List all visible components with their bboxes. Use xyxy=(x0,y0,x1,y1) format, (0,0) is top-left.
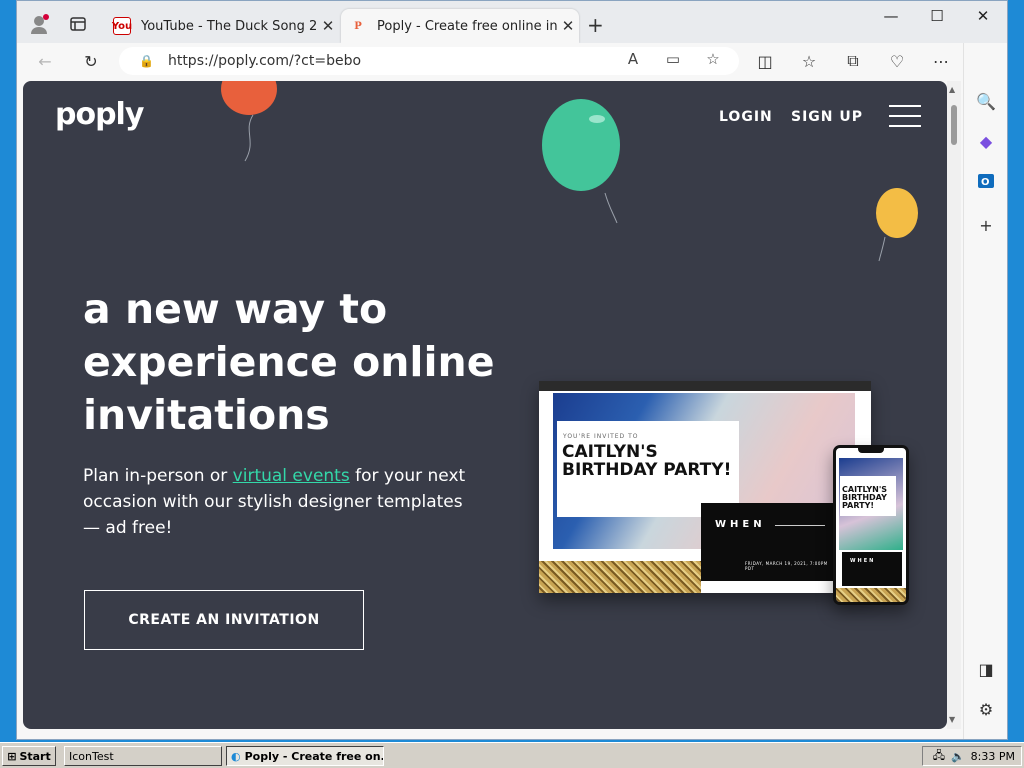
start-button[interactable]: ⊞ Start xyxy=(2,746,56,766)
immersive-reader-icon[interactable]: ▭ xyxy=(661,50,685,72)
invite-name: CAITLYN'S BIRTHDAY PARTY! xyxy=(562,442,732,480)
windows-taskbar: ⊞ Start IconTest ◐ Poply - Create free on.… xyxy=(0,742,1024,768)
task-label: Poply - Create free on... xyxy=(244,749,384,763)
favorite-star-icon[interactable]: ☆ xyxy=(701,50,725,72)
desktop-invitation-preview: YOU'RE INVITED TO CAITLYN'S BIRTHDAY PAR… xyxy=(539,381,871,593)
clock[interactable]: 8:33 PM xyxy=(971,750,1015,763)
collections-icon[interactable]: ⧉ xyxy=(839,48,867,74)
network-icon[interactable]: 🖧 xyxy=(933,747,945,766)
back-arrow-icon[interactable]: ← xyxy=(31,48,59,74)
orange-balloon-icon xyxy=(221,81,277,162)
hero-headline: a new way to experience online invitatio… xyxy=(83,285,495,439)
close-icon[interactable]: ✕ xyxy=(317,17,339,35)
window-close-icon[interactable]: ✕ xyxy=(961,7,1005,31)
profile-icon[interactable] xyxy=(27,11,53,37)
login-link[interactable]: LOGIN xyxy=(719,109,773,125)
invitation-when-panel: WHEN FRIDAY, MARCH 19, 2021, 7:00PM PDT xyxy=(701,503,833,581)
phone-invite-name: CAITLYN'S BIRTHDAY PARTY! xyxy=(840,476,896,516)
address-bar[interactable]: 🔒 https://poply.com/?ct=bebo A ▭ ☆ xyxy=(119,47,739,75)
minimize-icon[interactable]: — xyxy=(869,7,913,31)
vertical-scrollbar[interactable]: ▲ ▼ xyxy=(947,81,961,729)
edge-icon: ◐ xyxy=(231,749,241,763)
tab-strip: You YouTube - The Duck Song 2 ✕ P Poply … xyxy=(17,1,1007,43)
subtext-part: Plan in-person or xyxy=(83,466,233,486)
poply-icon: P xyxy=(354,20,362,32)
read-aloud-icon[interactable]: A xyxy=(621,50,645,72)
new-tab-icon[interactable]: + xyxy=(587,13,604,37)
copilot-sidebar-icon[interactable]: ◆ xyxy=(974,129,998,153)
browser-window: You YouTube - The Duck Song 2 ✕ P Poply … xyxy=(16,0,1008,740)
settings-gear-icon[interactable]: ⚙ xyxy=(974,697,998,721)
taskbar-item-icontest[interactable]: IconTest xyxy=(64,746,222,766)
windows-logo-icon: ⊞ xyxy=(7,749,17,763)
favorites-icon[interactable]: ☆ xyxy=(795,48,823,74)
green-balloon-icon xyxy=(542,99,620,224)
tab-youtube[interactable]: You YouTube - The Duck Song 2 ✕ xyxy=(105,9,339,43)
tab-title: YouTube - The Duck Song 2 xyxy=(141,18,317,34)
close-icon[interactable]: ✕ xyxy=(557,17,579,35)
phone-invitation-preview: CAITLYN'S BIRTHDAY PARTY! WHEN xyxy=(833,445,909,605)
invite-pre-text: YOU'RE INVITED TO xyxy=(563,433,639,440)
split-screen-icon[interactable]: ◫ xyxy=(751,48,779,74)
phone-when-label: WHEN xyxy=(842,552,902,586)
refresh-icon[interactable]: ↻ xyxy=(77,48,105,74)
hamburger-menu-icon[interactable] xyxy=(889,105,921,127)
sidebar-toggle-icon[interactable]: ◨ xyxy=(974,657,998,681)
signup-link[interactable]: SIGN UP xyxy=(791,109,863,125)
outlook-icon[interactable]: O xyxy=(974,169,998,193)
create-invitation-button[interactable]: CREATE AN INVITATION xyxy=(84,590,364,650)
event-date: FRIDAY, MARCH 19, 2021, 7:00PM PDT xyxy=(745,561,828,571)
edge-sidebar: 🔍 ◆ O + ◨ ⚙ xyxy=(963,43,1007,739)
taskbar-item-poply[interactable]: ◐ Poply - Create free on... xyxy=(226,746,384,766)
virtual-events-link[interactable]: virtual events xyxy=(233,466,350,486)
svg-text:O: O xyxy=(981,177,990,188)
system-tray: 🖧 🔈 8:33 PM xyxy=(922,746,1022,766)
more-options-icon[interactable]: ⋯ xyxy=(927,48,955,74)
url-text[interactable]: https://poply.com/?ct=bebo xyxy=(168,53,361,69)
yellow-balloon-icon xyxy=(876,188,918,262)
start-label: Start xyxy=(19,749,51,763)
lock-icon: 🔒 xyxy=(139,54,154,68)
maximize-icon[interactable]: ☐ xyxy=(915,7,959,31)
tab-actions-icon[interactable] xyxy=(65,11,91,37)
tab-poply[interactable]: P Poply - Create free online invitat ✕ xyxy=(341,9,579,43)
scrollbar-thumb[interactable] xyxy=(951,105,957,145)
tab-title: Poply - Create free online invitat xyxy=(377,18,557,34)
when-label: WHEN xyxy=(715,519,766,530)
add-sidebar-icon[interactable]: + xyxy=(974,213,998,237)
youtube-icon: You xyxy=(112,17,132,35)
webpage: poply LOGIN SIGN UP a new way to experie… xyxy=(23,81,947,729)
volume-icon[interactable]: 🔈 xyxy=(951,750,965,763)
search-icon[interactable]: 🔍 xyxy=(974,89,998,113)
poply-logo[interactable]: poply xyxy=(55,97,144,132)
navigation-bar: ← ↻ 🔒 https://poply.com/?ct=bebo A ▭ ☆ ◫… xyxy=(17,43,1007,79)
browser-essentials-icon[interactable]: ♡ xyxy=(883,48,911,74)
hero-subtext: Plan in-person or virtual events for you… xyxy=(83,463,483,541)
